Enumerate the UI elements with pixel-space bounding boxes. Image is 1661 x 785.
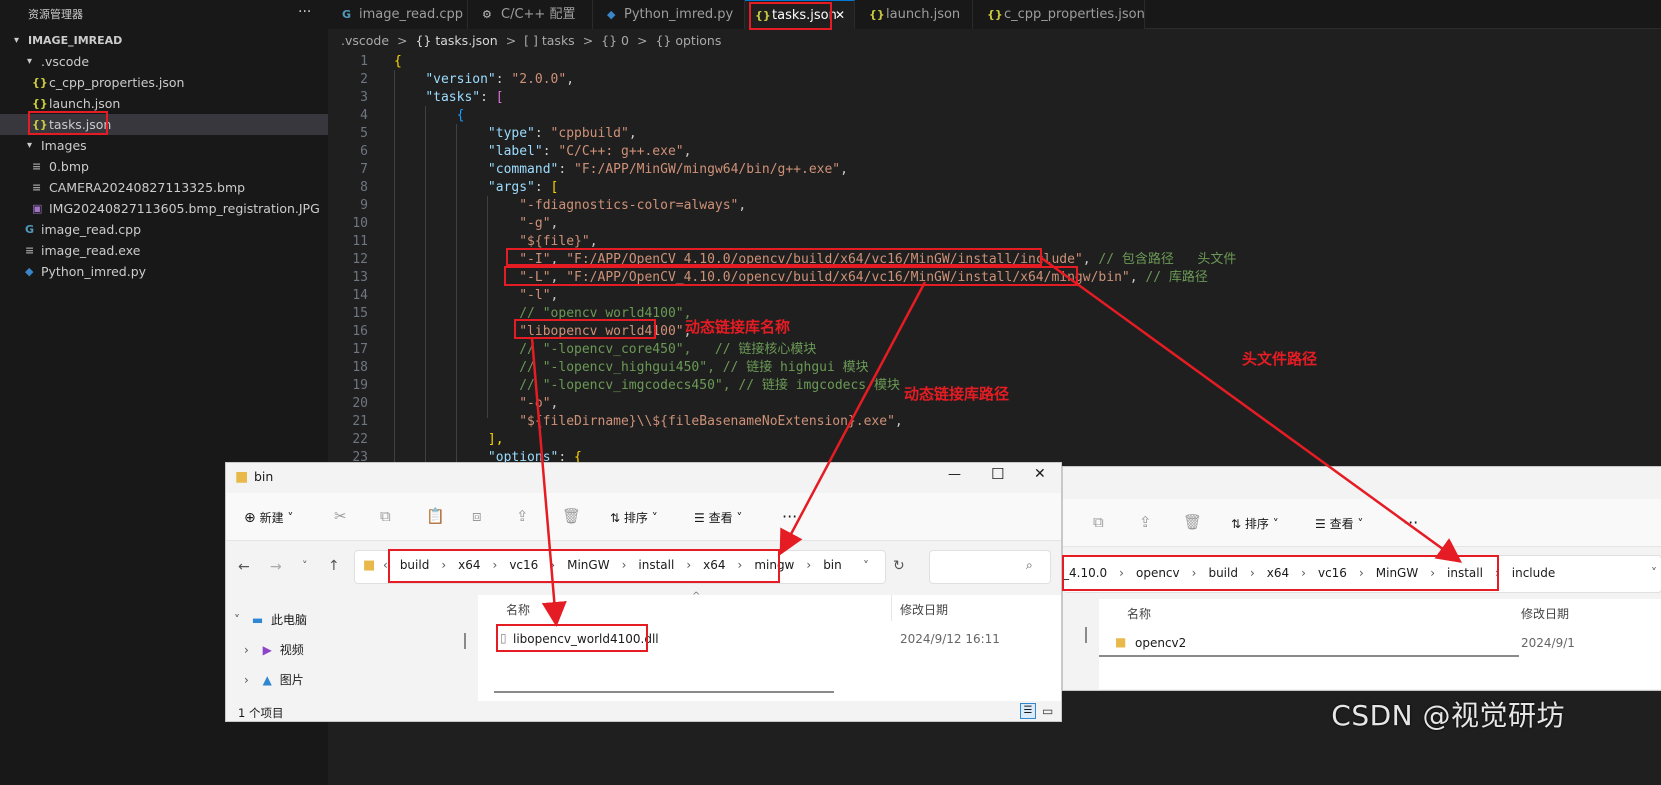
- arrow-dll-name: [530, 337, 567, 627]
- arrow-header-path: [1039, 255, 1463, 563]
- annotation-arrows: [530, 255, 1463, 627]
- arrow-dll-path: [779, 281, 927, 556]
- watermark: CSDN @视觉研坊: [1331, 699, 1565, 732]
